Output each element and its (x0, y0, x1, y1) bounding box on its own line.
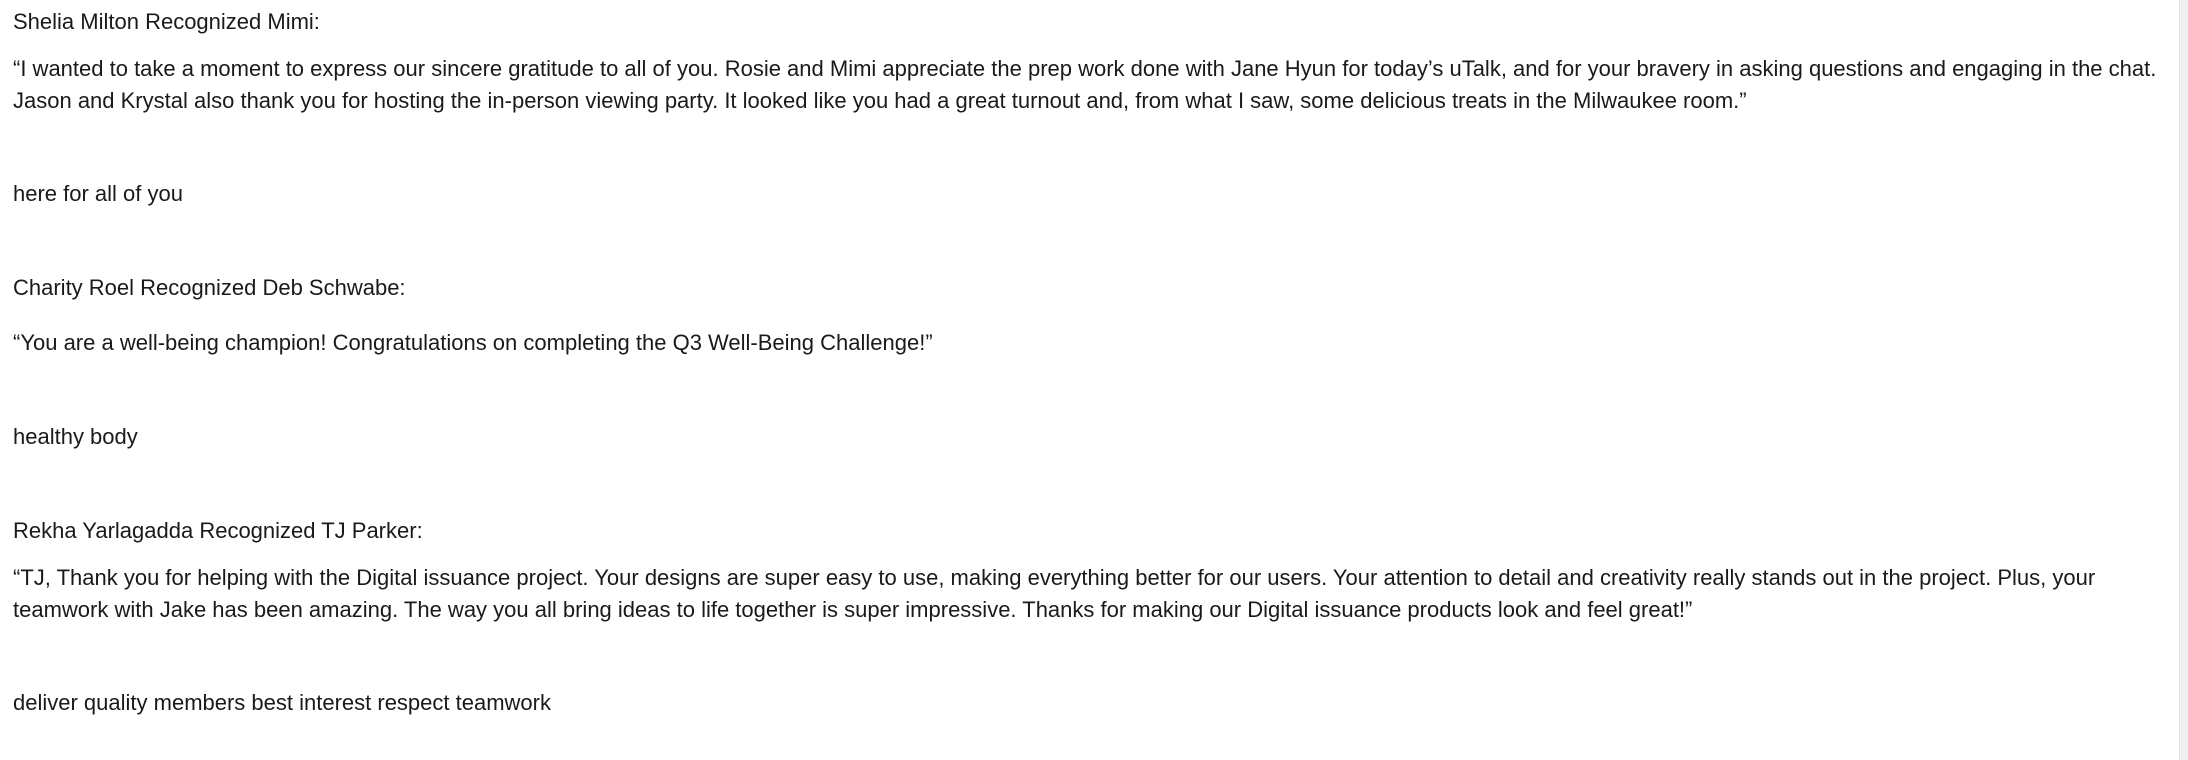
recognition-header: Charity Roel Recognized Deb Schwabe: (13, 275, 406, 300)
recognition-header: Rekha Yarlagadda Recognized TJ Parker: (13, 518, 423, 543)
recognition-values: deliver quality members best interest re… (13, 690, 551, 715)
recognition-values: here for all of you (13, 181, 183, 206)
recognition-quote: “I wanted to take a moment to express ou… (13, 56, 2157, 113)
document-page: Shelia Milton Recognized Mimi: “I wanted… (0, 0, 2180, 760)
recognition-values: healthy body (13, 424, 138, 449)
scrollbar[interactable] (2179, 0, 2188, 760)
recognition-quote: “You are a well-being champion! Congratu… (13, 330, 933, 355)
recognition-quote: “TJ, Thank you for helping with the Digi… (13, 565, 2096, 622)
recognition-header: Shelia Milton Recognized Mimi: (13, 9, 320, 34)
